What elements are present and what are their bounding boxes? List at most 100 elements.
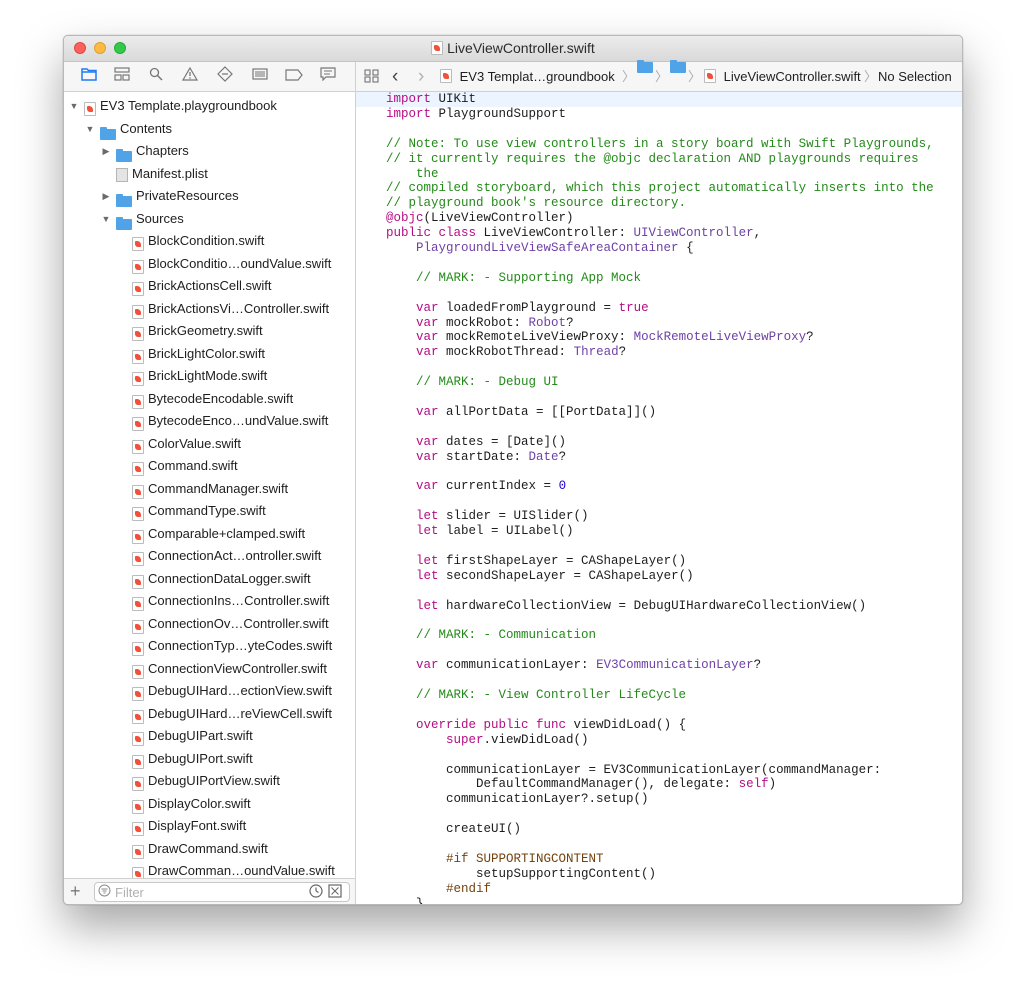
code-token: viewDidLoad() { bbox=[566, 717, 687, 732]
navigator-item-label: ConnectionDataLogger.swift bbox=[148, 570, 311, 586]
code-line: var startDate: Date? bbox=[386, 450, 566, 465]
grid-icon[interactable] bbox=[364, 69, 379, 86]
navigator-row[interactable]: DebugUIPortView.swift bbox=[64, 770, 355, 792]
code-token: communicationLayer = EV3CommunicationLay… bbox=[386, 762, 882, 777]
code-token: var bbox=[416, 300, 439, 315]
disclosure-open-icon[interactable]: ▼ bbox=[68, 95, 80, 117]
navigator-row[interactable]: DebugUIHard…ectionView.swift bbox=[64, 680, 355, 702]
disclosure-closed-icon[interactable]: ▶ bbox=[100, 140, 112, 162]
code-line: PlaygroundLiveViewSafeAreaContainer { bbox=[386, 241, 694, 256]
navigator-row[interactable]: ▼ Sources bbox=[64, 208, 355, 230]
navigator-row[interactable]: ConnectionIns…Controller.swift bbox=[64, 590, 355, 612]
code-token: slider = UISlider() bbox=[438, 509, 589, 524]
navigator-row[interactable]: DebugUIPort.swift bbox=[64, 748, 355, 770]
navigator-row[interactable]: ColorValue.swift bbox=[64, 433, 355, 455]
warning-icon[interactable] bbox=[179, 66, 201, 86]
code-line: var allPortData = [[PortData]]() bbox=[386, 405, 656, 420]
folder-icon[interactable] bbox=[78, 66, 100, 86]
navigator-row[interactable]: ConnectionTyp…yteCodes.swift bbox=[64, 635, 355, 657]
code-line: var currentIndex = 0 bbox=[386, 479, 566, 494]
clock-icon[interactable] bbox=[309, 884, 323, 901]
navigator-row[interactable]: Comparable+clamped.swift bbox=[64, 523, 355, 545]
navigator-row[interactable]: ▼ Contents bbox=[64, 118, 355, 140]
navigator-row[interactable]: DisplayColor.swift bbox=[64, 793, 355, 815]
disclosure-open-icon[interactable]: ▼ bbox=[84, 118, 96, 140]
code-token: ? bbox=[806, 330, 814, 345]
navigator-row[interactable]: DrawComman…oundValue.swift bbox=[64, 860, 355, 878]
navigator-item-label: BytecodeEnco…undValue.swift bbox=[148, 413, 329, 428]
navigator-row[interactable]: ▶ Chapters bbox=[64, 140, 355, 162]
navigator-row[interactable]: CommandManager.swift bbox=[64, 478, 355, 500]
toolbar: ‹ › EV3 Templat…groundbook 〉 〉 〉 LiveVie… bbox=[64, 60, 962, 92]
navigator-row[interactable]: Manifest.plist bbox=[64, 163, 355, 185]
xcode-window: LiveViewController.swift ‹ › EV3 Templat… bbox=[63, 35, 963, 905]
navigator-row[interactable]: BrickActionsCell.swift bbox=[64, 275, 355, 297]
navigator-item-label: BrickLightColor.swift bbox=[148, 345, 266, 361]
tag-icon[interactable] bbox=[283, 66, 305, 86]
code-token: var bbox=[416, 330, 439, 345]
forward-button[interactable]: › bbox=[418, 62, 424, 91]
navigator-row[interactable]: BytecodeEnco…undValue.swift bbox=[64, 410, 355, 432]
code-token: currentIndex = bbox=[438, 479, 559, 494]
jump-bar-selection[interactable]: No Selection bbox=[878, 62, 952, 91]
navigator-row[interactable]: DisplayFont.swift bbox=[64, 815, 355, 837]
navigator-row[interactable]: BlockConditio…oundValue.swift bbox=[64, 253, 355, 275]
navigator-row[interactable]: BrickLightColor.swift bbox=[64, 343, 355, 365]
navigator-row[interactable]: BrickLightMode.swift bbox=[64, 365, 355, 387]
code-line: var loadedFromPlayground = true bbox=[386, 301, 649, 316]
navigator-row[interactable]: ConnectionViewController.swift bbox=[64, 658, 355, 680]
list-icon[interactable] bbox=[249, 66, 271, 86]
add-button[interactable]: + bbox=[70, 880, 81, 902]
navigator-item-label: BytecodeEncodable.swift bbox=[148, 390, 294, 406]
navigator-row[interactable]: DebugUIHard…reViewCell.swift bbox=[64, 703, 355, 725]
hierarchy-icon[interactable] bbox=[111, 66, 133, 86]
navigator-item-label: DisplayFont.swift bbox=[148, 818, 247, 833]
navigator-row[interactable]: DrawCommand.swift bbox=[64, 838, 355, 860]
navigator-row[interactable]: BrickActionsVi…Controller.swift bbox=[64, 298, 355, 320]
navigator-row[interactable]: ConnectionAct…ontroller.swift bbox=[64, 545, 355, 567]
jump-bar-project[interactable]: EV3 Templat…groundbook bbox=[440, 62, 615, 91]
code-token: LiveViewController: bbox=[476, 226, 634, 241]
navigator-item-label: DebugUIHard…ectionView.swift bbox=[148, 683, 333, 698]
navigator-row[interactable]: ▼ EV3 Template.playgroundbook bbox=[64, 95, 355, 117]
navigator-row[interactable]: Command.swift bbox=[64, 455, 355, 477]
navigator-row[interactable]: BytecodeEncodable.swift bbox=[64, 388, 355, 410]
code-token: mockRobotThread: bbox=[438, 345, 574, 360]
jump-bar-file[interactable]: LiveViewController.swift bbox=[704, 62, 861, 91]
code-token: ? bbox=[566, 315, 574, 330]
source-control-filter-icon[interactable] bbox=[328, 884, 342, 901]
code-token: // compiled storyboard, which this proje… bbox=[386, 181, 934, 196]
code-token: ? bbox=[618, 345, 627, 360]
filter-field bbox=[94, 882, 350, 902]
source-editor[interactable]: import UIKit import PlaygroundSupport // N… bbox=[356, 92, 962, 904]
navigator-row[interactable]: DebugUIPart.swift bbox=[64, 725, 355, 747]
code-token: import bbox=[386, 106, 432, 121]
diamond-icon[interactable] bbox=[214, 66, 236, 86]
code-token: let bbox=[416, 568, 439, 583]
code-token: } bbox=[386, 896, 424, 904]
navigator-item-label: DebugUIHard…reViewCell.swift bbox=[148, 705, 332, 721]
navigator-row[interactable]: ConnectionOv…Controller.swift bbox=[64, 613, 355, 635]
code-token: ) bbox=[768, 777, 777, 792]
navigator-row[interactable]: ▶ PrivateResources bbox=[64, 185, 355, 207]
comment-icon[interactable] bbox=[317, 66, 339, 86]
back-button[interactable]: ‹ bbox=[392, 62, 398, 91]
code-token: let bbox=[416, 524, 439, 539]
code-token: self bbox=[738, 777, 769, 792]
navigator-item-label: DebugUIPart.swift bbox=[148, 728, 253, 743]
navigator-row[interactable]: BrickGeometry.swift bbox=[64, 320, 355, 342]
navigator-row[interactable]: BlockCondition.swift bbox=[64, 230, 355, 252]
search-icon[interactable] bbox=[145, 66, 167, 86]
disclosure-open-icon[interactable]: ▼ bbox=[100, 208, 112, 230]
navigator-item-label: DrawComman…oundValue.swift bbox=[148, 863, 335, 878]
navigator-row[interactable]: ConnectionDataLogger.swift bbox=[64, 568, 355, 590]
filter-input[interactable] bbox=[115, 884, 285, 900]
code-token: firstShapeLayer = CAShapeLayer() bbox=[438, 553, 687, 568]
disclosure-closed-icon[interactable]: ▶ bbox=[100, 185, 112, 207]
navigator-item-label: Chapters bbox=[136, 143, 189, 158]
navigator-row[interactable]: CommandType.swift bbox=[64, 500, 355, 522]
